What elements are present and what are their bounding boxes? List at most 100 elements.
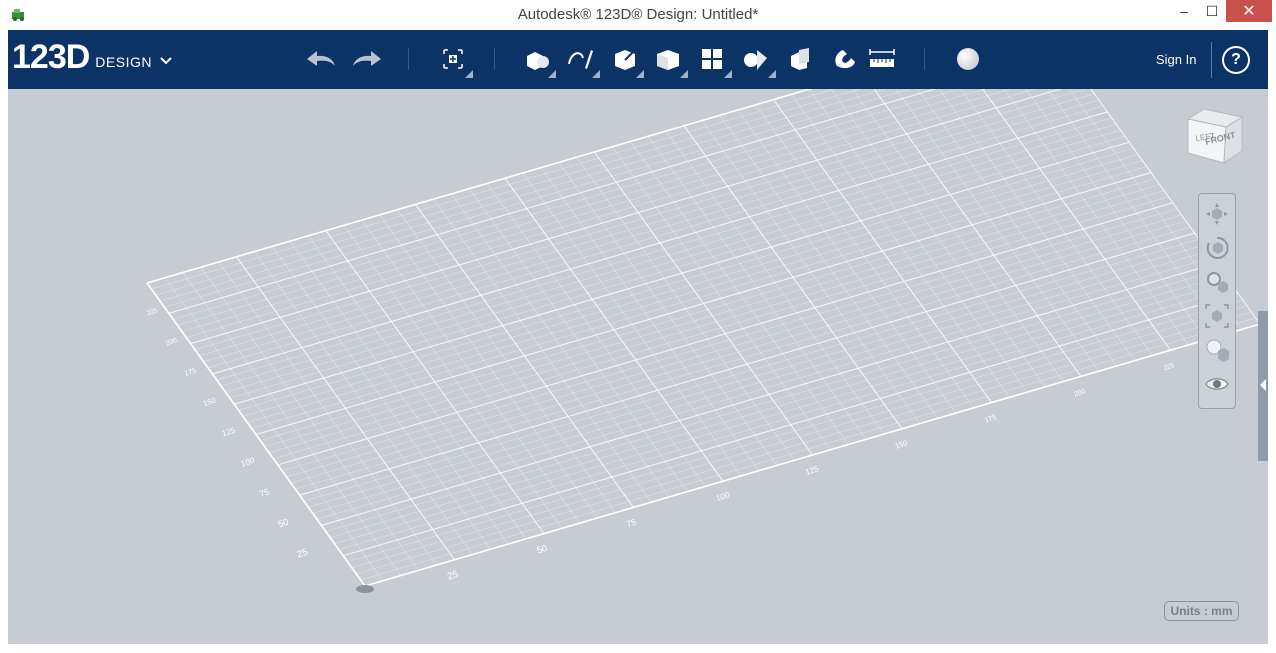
chevron-down-icon: [160, 54, 172, 68]
orbit-button[interactable]: [1203, 234, 1231, 262]
axis-left-label: 175: [183, 366, 197, 378]
toolbar-separator: [924, 48, 925, 70]
pattern-button[interactable]: [694, 42, 732, 78]
grid-line: [173, 89, 962, 320]
axis-left-label: 25: [296, 547, 310, 561]
3d-viewport[interactable]: 25 50 75 100 125 150 175 200 225 25 50 75 100 125 150 1…: [8, 89, 1268, 644]
eye-icon: [1205, 378, 1229, 390]
axis-front-label: 100: [715, 489, 732, 503]
units-indicator[interactable]: Units : mm: [1164, 601, 1239, 621]
view-cube[interactable]: LEFT FRONT: [1184, 107, 1248, 167]
redo-button[interactable]: [348, 42, 384, 76]
transform-button[interactable]: [435, 42, 473, 78]
axis-left-label: 100: [239, 455, 256, 469]
undo-arrow-icon: [307, 51, 335, 66]
visual-style-button[interactable]: [1203, 336, 1231, 364]
workplane-grid: 25 50 75 100 125 150 175 200 225 25 50 75 100 125 150 1…: [146, 89, 1261, 593]
close-button[interactable]: ✕: [1226, 0, 1272, 22]
grid-line: [755, 104, 974, 409]
grid-line: [186, 89, 1037, 338]
grid-line: [830, 89, 1046, 388]
sphere-icon: [957, 48, 979, 70]
grid-line: [665, 130, 885, 435]
navigation-bar: [1198, 193, 1236, 409]
axis-front-label: 200: [1073, 388, 1086, 398]
axis-left-label: 225: [146, 307, 159, 317]
grid-line: [630, 141, 849, 445]
sign-in-link[interactable]: Sign In: [1156, 52, 1196, 67]
ruler-icon: [869, 49, 895, 67]
toolbar-separator: [408, 48, 409, 70]
zoom-magnifier-icon: [1207, 272, 1228, 293]
window-frame-right: [1268, 30, 1276, 644]
redo-arrow-icon: [353, 51, 381, 66]
snap-magnet-icon: [835, 50, 855, 69]
axis-left-label: 50: [277, 517, 290, 530]
sketch-icon: [568, 50, 593, 69]
group-icon: [744, 50, 767, 70]
grid-line: [981, 89, 1171, 351]
combine-icon: [791, 48, 809, 70]
grid-line: [683, 125, 903, 430]
grid-line: [809, 89, 1028, 393]
group-button[interactable]: [738, 42, 776, 78]
grid-line: [181, 89, 1012, 332]
primitives-icon: [527, 52, 549, 70]
orbit-icon: [1206, 236, 1229, 259]
main-toolbar: 123D DESIGN Sign In ?: [8, 30, 1268, 89]
axis-left-label: 200: [165, 337, 178, 347]
maximize-button[interactable]: ☐: [1198, 0, 1226, 22]
grid-line: [773, 99, 992, 403]
primitives-button[interactable]: [518, 42, 556, 78]
grid-line: [155, 89, 861, 296]
snap-button[interactable]: [826, 42, 862, 76]
grid-line: [701, 120, 921, 424]
window-title: Autodesk® 123D® Design: Untitled*: [517, 6, 759, 23]
axis-left-label: 150: [202, 396, 217, 408]
measure-button[interactable]: [864, 42, 900, 76]
axis-front-label: 50: [536, 543, 549, 556]
minimize-button[interactable]: –: [1170, 0, 1198, 22]
title-bar: Autodesk® 123D® Design: Untitled* – ☐ ✕: [0, 0, 1276, 30]
pattern-icon: [702, 49, 722, 69]
side-panel-tab[interactable]: [1258, 311, 1268, 461]
material-button[interactable]: [950, 42, 986, 76]
grid-border-line: [146, 89, 813, 284]
axis-left-label: 75: [258, 486, 270, 499]
axis-front-label: 75: [625, 517, 637, 530]
toolbar-separator: [1211, 42, 1212, 78]
grid-line: [647, 136, 867, 440]
fit-to-view-icon: [1205, 304, 1229, 328]
axis-left-label: 125: [221, 426, 237, 439]
axis-front-label: 150: [894, 438, 909, 450]
modify-button[interactable]: [650, 42, 688, 78]
modify-icon: [657, 50, 679, 70]
undo-button[interactable]: [304, 42, 340, 76]
help-button[interactable]: ?: [1222, 46, 1250, 74]
zoom-button[interactable]: [1203, 268, 1231, 296]
construct-icon: [615, 49, 636, 70]
grid-line: [151, 89, 836, 290]
axis-front-label: 175: [983, 412, 997, 424]
pan-button[interactable]: [1203, 200, 1231, 228]
axis-front-label: 225: [1163, 362, 1176, 372]
grid-line: [146, 89, 812, 284]
toolbar-separator: [494, 48, 495, 70]
app-menu-logo[interactable]: 123D DESIGN: [12, 38, 172, 76]
grid-line: [737, 109, 956, 414]
grid-line: [612, 146, 831, 450]
construct-button[interactable]: [606, 42, 644, 78]
logo-word: DESIGN: [95, 54, 152, 70]
window-frame-bottom: [0, 644, 1276, 653]
sketch-button[interactable]: [562, 42, 600, 78]
chevron-left-icon: [1260, 379, 1266, 391]
grid-line: [852, 89, 1064, 382]
fit-button[interactable]: [1203, 302, 1231, 330]
pan-icon: [1206, 203, 1228, 225]
origin-marker: [356, 585, 374, 593]
visibility-button[interactable]: [1203, 370, 1231, 398]
combine-button[interactable]: [782, 42, 818, 76]
grid-line: [719, 115, 939, 419]
grid-border-line: [146, 282, 366, 587]
axis-front-label: 25: [446, 569, 460, 583]
